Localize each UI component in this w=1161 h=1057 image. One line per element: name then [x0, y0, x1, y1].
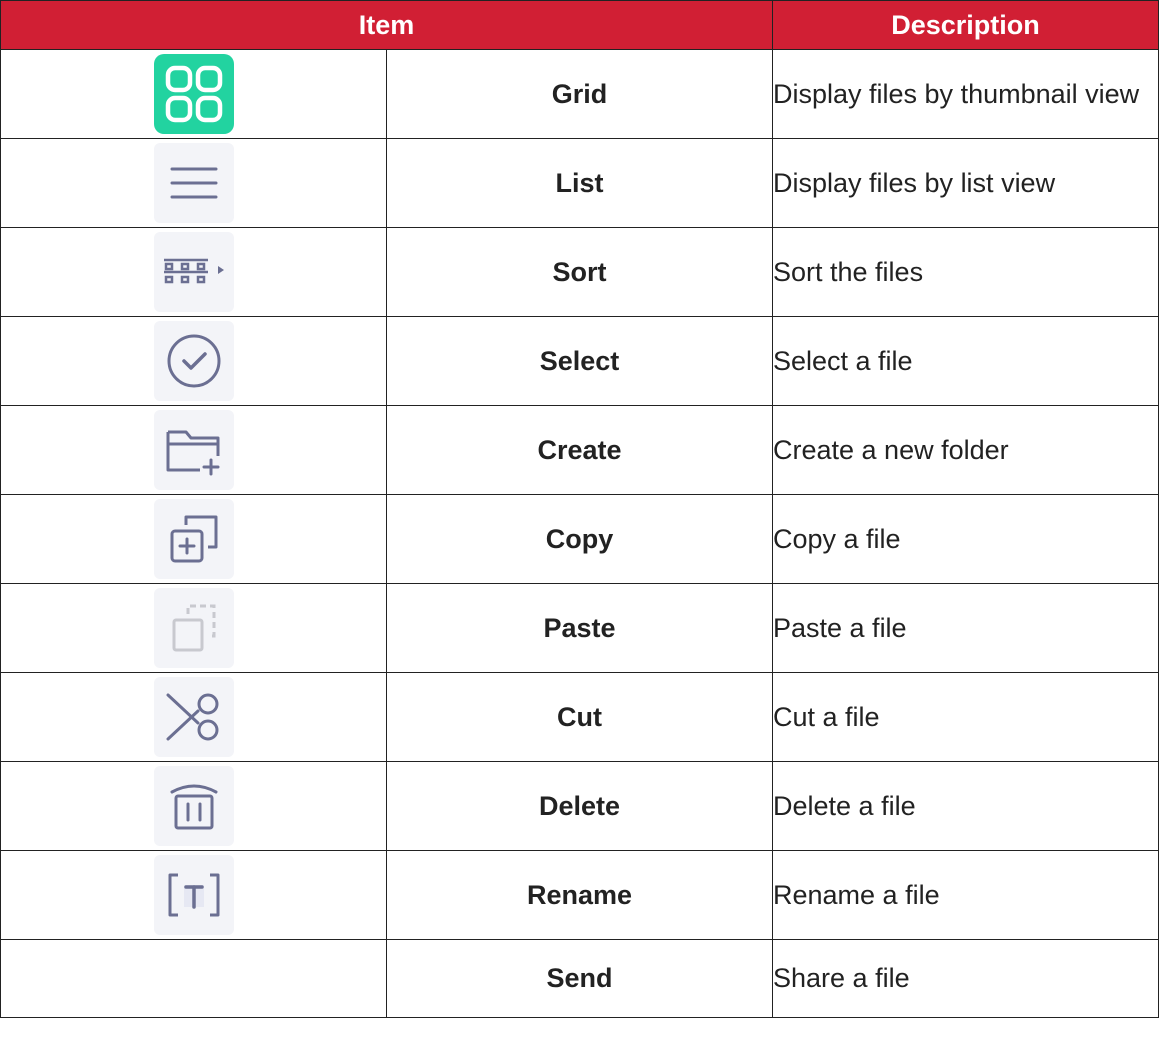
table-row: List Display files by list view [0, 138, 1159, 228]
item-description: Rename a file [772, 850, 1159, 940]
paste-icon [153, 588, 234, 668]
table-row: Paste Paste a file [0, 583, 1159, 673]
cut-icon [153, 677, 234, 757]
table-row: Cut Cut a file [0, 672, 1159, 762]
item-description: Display files by list view [772, 138, 1159, 228]
item-description: Cut a file [772, 672, 1159, 762]
item-name: List [386, 138, 773, 228]
table-row: Create Create a new folder [0, 405, 1159, 495]
feature-table: Item Description Grid Display files by t… [0, 0, 1159, 1018]
rename-icon [153, 855, 234, 935]
grid-icon [153, 54, 234, 134]
table-row: Grid Display files by thumbnail view [0, 49, 1159, 139]
create-folder-icon [153, 410, 234, 490]
table-row: Rename Rename a file [0, 850, 1159, 940]
item-description: Display files by thumbnail view [772, 49, 1159, 139]
sort-icon [153, 232, 234, 312]
item-name: Cut [386, 672, 773, 762]
item-name: Sort [386, 227, 773, 317]
item-description: Copy a file [772, 494, 1159, 584]
header-item: Item [0, 0, 773, 50]
item-name: Delete [386, 761, 773, 851]
item-description: Paste a file [772, 583, 1159, 673]
header-description: Description [772, 0, 1159, 50]
copy-icon [153, 499, 234, 579]
list-icon [153, 143, 234, 223]
item-description: Delete a file [772, 761, 1159, 851]
item-description: Share a file [772, 939, 1159, 1018]
table-row: Send Share a file [0, 939, 1159, 1018]
table-row: Sort Sort the files [0, 227, 1159, 317]
item-name: Select [386, 316, 773, 406]
item-description: Sort the files [772, 227, 1159, 317]
delete-icon [153, 766, 234, 846]
item-name: Create [386, 405, 773, 495]
table-header-row: Item Description [0, 0, 1159, 50]
item-description: Create a new folder [772, 405, 1159, 495]
table-row: Select Select a file [0, 316, 1159, 406]
item-name: Paste [386, 583, 773, 673]
select-icon [153, 321, 234, 401]
table-row: Delete Delete a file [0, 761, 1159, 851]
table-row: Copy Copy a file [0, 494, 1159, 584]
item-name: Grid [386, 49, 773, 139]
empty-icon-cell [0, 939, 387, 1018]
item-name: Send [386, 939, 773, 1018]
item-name: Copy [386, 494, 773, 584]
item-description: Select a file [772, 316, 1159, 406]
item-name: Rename [386, 850, 773, 940]
